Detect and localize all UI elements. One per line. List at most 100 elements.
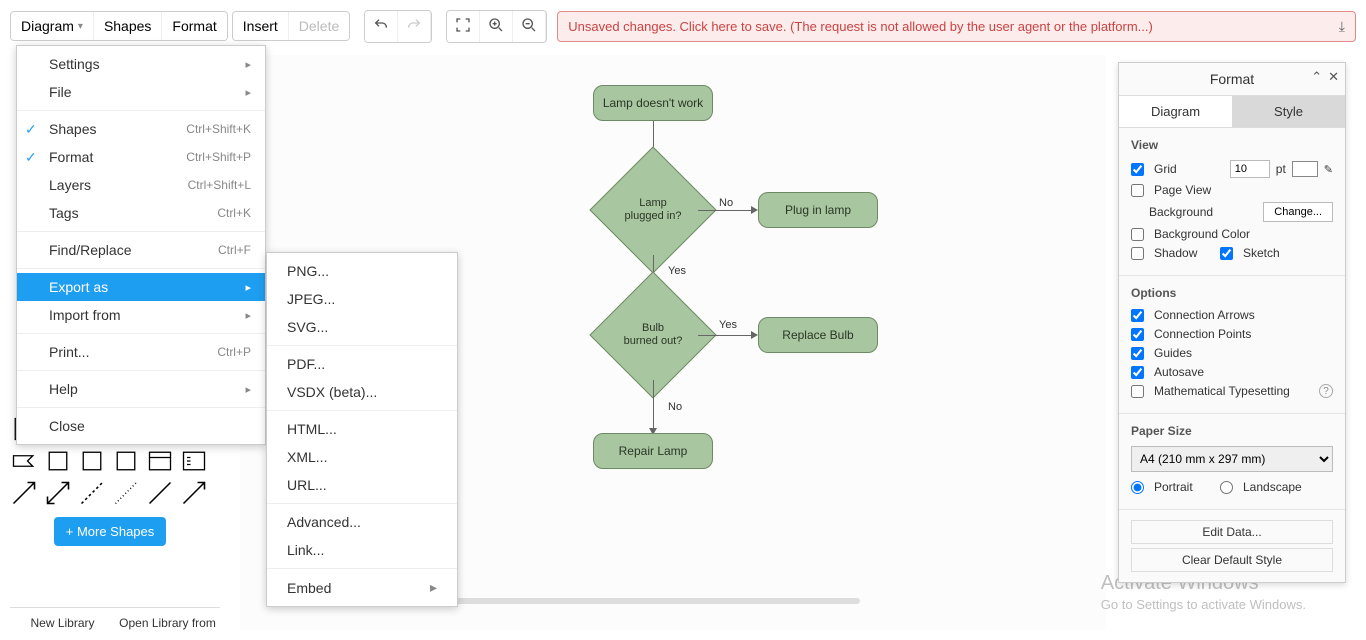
flow-node-decision-plugged[interactable]: Lamp plugged in? [608,165,698,255]
edit-data-button[interactable]: Edit Data... [1131,520,1333,544]
section-view: View Grid pt ✎ Page View Background Chan… [1119,128,1345,276]
shape-square-icon[interactable] [44,447,72,475]
clear-default-style-button[interactable]: Clear Default Style [1131,548,1333,572]
menu-diagram-label: Diagram [21,18,74,34]
download-icon[interactable]: ⤓ [1339,18,1345,35]
menu-insert[interactable]: Insert [233,12,289,40]
menu-item-close[interactable]: Close [17,412,265,440]
shape-window-icon[interactable] [146,447,174,475]
menu-format[interactable]: Format [162,12,226,40]
export-pdf[interactable]: PDF... [267,350,457,378]
shape-dashline-icon[interactable] [78,479,106,507]
menu-item-find-replace[interactable]: Find/Replace Ctrl+F [17,236,265,264]
format-panel: Format ⌃ ✕ Diagram Style View Grid pt ✎ … [1118,62,1346,583]
edge-label-yes: Yes [668,265,686,277]
shape-linearrow-icon[interactable] [180,479,208,507]
fit-page-button[interactable] [447,11,480,42]
zoom-out-button[interactable] [513,11,546,42]
export-link[interactable]: Link... [267,536,457,564]
export-vsdx[interactable]: VSDX (beta)... [267,378,457,406]
warning-text: Unsaved changes. Click here to save. (Th… [568,19,1153,34]
close-icon[interactable]: ✕ [1328,69,1339,85]
menu-item-layers[interactable]: Layers Ctrl+Shift+L [17,171,265,199]
menu-delete[interactable]: Delete [289,12,349,40]
export-xml[interactable]: XML... [267,443,457,471]
menu-separator [17,370,265,371]
undo-button[interactable] [365,11,398,42]
more-shapes-button[interactable]: + More Shapes [54,517,167,546]
shape-line-icon[interactable] [146,479,174,507]
grid-size-input[interactable] [1230,160,1270,178]
shadow-checkbox[interactable] [1131,247,1144,260]
export-jpeg[interactable]: JPEG... [267,285,457,313]
new-library-button[interactable]: New Library [10,616,115,630]
bg-color-label: Background Color [1154,227,1333,241]
chevron-right-icon: ▸ [245,281,251,294]
tab-style[interactable]: Style [1232,96,1345,128]
zoom-in-button[interactable] [480,11,513,42]
horizontal-scrollbar[interactable] [400,598,860,604]
export-advanced[interactable]: Advanced... [267,508,457,536]
flow-node-repair-lamp[interactable]: Repair Lamp [593,433,713,469]
menu-diagram[interactable]: Diagram ▾ [11,12,94,40]
export-as-submenu: PNG... JPEG... SVG... PDF... VSDX (beta)… [266,252,458,607]
bg-color-checkbox[interactable] [1131,228,1144,241]
export-embed[interactable]: Embed ▸ [267,573,457,602]
flow-node-plug-in[interactable]: Plug in lamp [758,192,878,228]
math-checkbox[interactable] [1131,385,1144,398]
shape-square2-icon[interactable] [78,447,106,475]
export-html[interactable]: HTML... [267,415,457,443]
section-paper-title: Paper Size [1131,424,1333,438]
autosave-checkbox[interactable] [1131,366,1144,379]
conn-arrows-label: Connection Arrows [1154,308,1333,322]
portrait-radio[interactable] [1131,481,1144,494]
shape-diagarrow-icon[interactable] [10,479,38,507]
landscape-label: Landscape [1243,480,1333,494]
math-label: Mathematical Typesetting [1154,384,1313,398]
guides-checkbox[interactable] [1131,347,1144,360]
menu-item-file[interactable]: File ▸ [17,78,265,106]
menu-item-shapes[interactable]: ✓ Shapes Ctrl+Shift+K [17,115,265,143]
menu-shapes[interactable]: Shapes [94,12,162,40]
export-png[interactable]: PNG... [267,257,457,285]
menu-item-help[interactable]: Help ▸ [17,375,265,403]
pencil-icon[interactable]: ✎ [1324,163,1333,176]
shape-dotline-icon[interactable] [112,479,140,507]
page-view-checkbox[interactable] [1131,184,1144,197]
menu-item-export-as[interactable]: Export as ▸ [17,273,265,301]
flow-edge [698,210,753,211]
tab-diagram[interactable]: Diagram [1119,96,1232,128]
menu-item-import-from[interactable]: Import from ▸ [17,301,265,329]
shape-list-icon[interactable] [180,447,208,475]
export-url[interactable]: URL... [267,471,457,499]
sketch-checkbox[interactable] [1220,247,1233,260]
flow-node-decision-bulb[interactable]: Bulb burned out? [608,290,698,380]
chevron-right-icon: ▸ [430,579,437,596]
shape-and-icon[interactable] [10,447,38,475]
menu-item-print[interactable]: Print... Ctrl+P [17,338,265,366]
help-icon[interactable]: ? [1319,384,1333,398]
grid-color-swatch[interactable] [1292,161,1318,177]
open-library-button[interactable]: Open Library from [115,616,220,630]
menu-separator [267,568,457,569]
edge-label-no: No [719,197,733,209]
unsaved-warning[interactable]: Unsaved changes. Click here to save. (Th… [557,11,1356,42]
shape-square3-icon[interactable] [112,447,140,475]
background-label: Background [1131,205,1257,219]
export-svg[interactable]: SVG... [267,313,457,341]
conn-points-checkbox[interactable] [1131,328,1144,341]
flow-node-start[interactable]: Lamp doesn't work [593,85,713,121]
landscape-radio[interactable] [1220,481,1233,494]
autosave-label: Autosave [1154,365,1333,379]
collapse-icon[interactable]: ⌃ [1311,69,1322,85]
flow-node-replace-bulb[interactable]: Replace Bulb [758,317,878,353]
background-change-button[interactable]: Change... [1263,202,1333,222]
menu-item-settings[interactable]: Settings ▸ [17,50,265,78]
paper-size-select[interactable]: A4 (210 mm x 297 mm) [1131,446,1333,472]
redo-button[interactable] [398,11,431,42]
grid-checkbox[interactable] [1131,163,1144,176]
conn-arrows-checkbox[interactable] [1131,309,1144,322]
shape-biarrow-icon[interactable] [44,479,72,507]
menu-item-format-toggle[interactable]: ✓ Format Ctrl+Shift+P [17,143,265,171]
menu-item-tags[interactable]: Tags Ctrl+K [17,199,265,227]
